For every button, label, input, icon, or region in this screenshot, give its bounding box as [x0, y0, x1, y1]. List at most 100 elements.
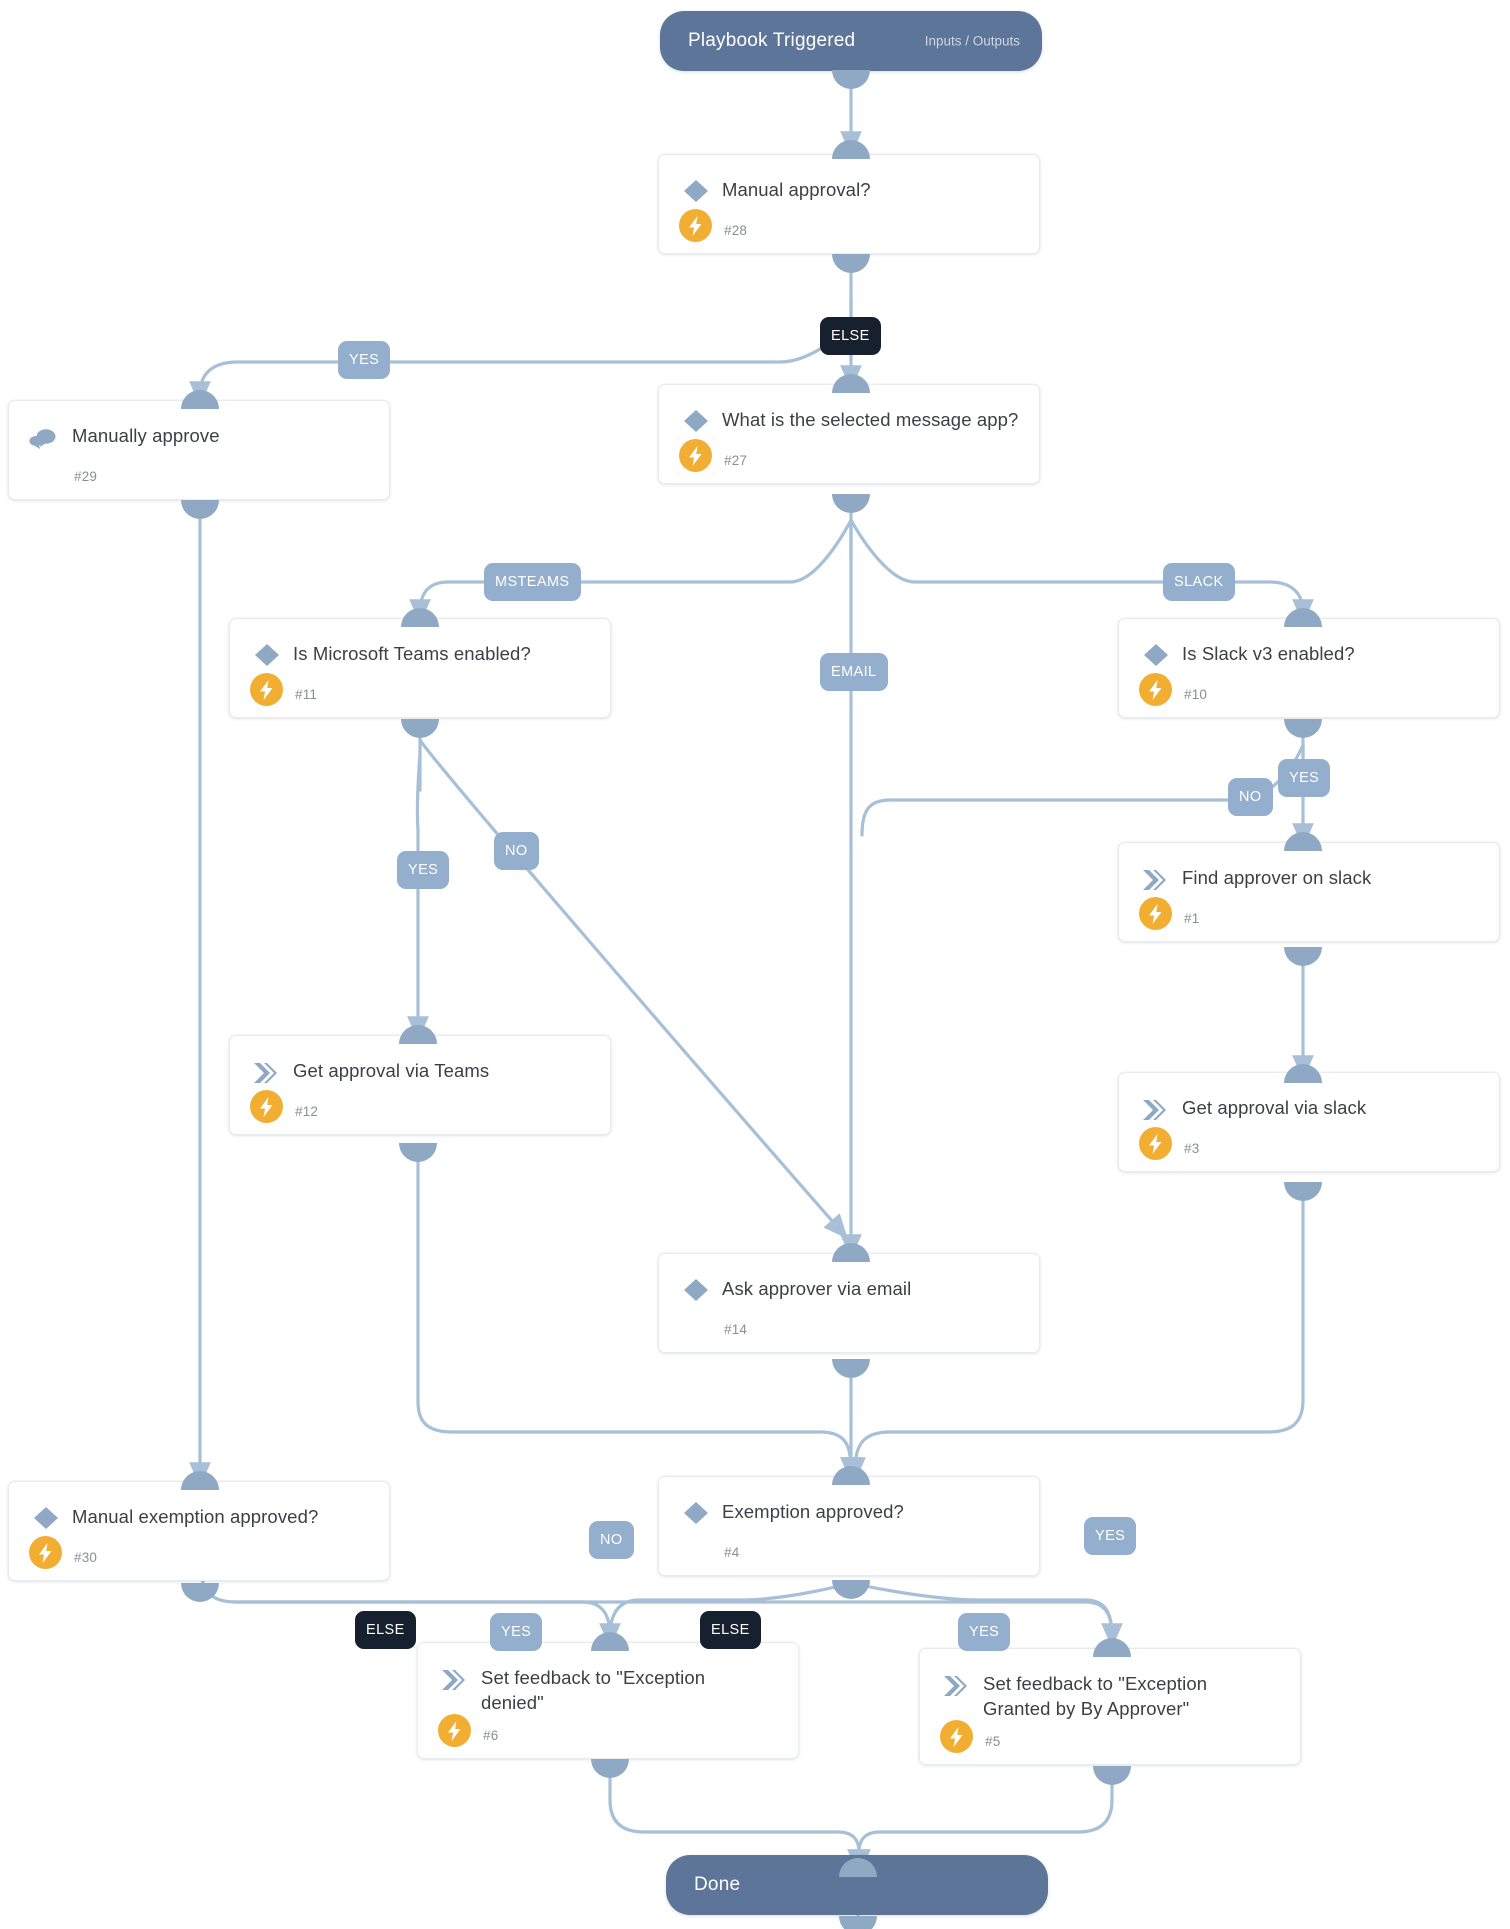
node-selected-message-app[interactable]: What is the selected message app? #27	[658, 384, 1040, 484]
node-title: Set feedback to "Exception Granted by By…	[983, 1673, 1208, 1719]
lightning-bolt-icon	[29, 1536, 62, 1569]
port-trigger-out	[832, 70, 870, 89]
port-n29-out	[181, 500, 219, 519]
port-done-out	[839, 1916, 877, 1929]
port-n1-out	[1284, 947, 1322, 966]
edge-label-exemption-else[interactable]: ELSE	[700, 1611, 761, 1649]
diamond-icon	[681, 408, 711, 434]
node-exemption-approved[interactable]: Exemption approved? #4	[658, 1476, 1040, 1576]
node-number: #5	[985, 1734, 1001, 1749]
port-n30-in	[181, 1471, 219, 1490]
port-n12-out	[399, 1143, 437, 1162]
port-n14-out	[832, 1359, 870, 1378]
lightning-bolt-icon	[1139, 673, 1172, 706]
edge-label-slack[interactable]: SLACK	[1163, 563, 1235, 601]
playbook-triggered-label: Playbook Triggered	[688, 30, 856, 51]
port-n12-in	[399, 1025, 437, 1044]
node-title: Ask approver via email	[722, 1278, 912, 1299]
port-n27-in	[832, 374, 870, 393]
node-title: Is Microsoft Teams enabled?	[293, 643, 531, 664]
port-n11-out	[401, 719, 439, 738]
node-manually-approve[interactable]: Manually approve #29	[8, 400, 390, 500]
lightning-bolt-icon	[250, 1090, 283, 1123]
port-n4-in	[832, 1466, 870, 1485]
chevron-icon	[1141, 1098, 1171, 1124]
diamond-icon	[252, 642, 282, 668]
node-get-approval-via-teams[interactable]: Get approval via Teams #12	[229, 1035, 611, 1135]
diamond-icon	[681, 1277, 711, 1303]
node-get-approval-via-slack[interactable]: Get approval via slack #3	[1118, 1072, 1500, 1172]
node-find-approver-on-slack[interactable]: Find approver on slack #1	[1118, 842, 1500, 942]
node-number: #14	[724, 1322, 748, 1337]
node-is-slack-v3-enabled[interactable]: Is Slack v3 enabled? #10	[1118, 618, 1500, 718]
node-manual-exemption-approved[interactable]: Manual exemption approved? #30	[8, 1481, 390, 1581]
port-n28-in	[832, 140, 870, 159]
node-title: Set feedback to "Exception denied"	[481, 1667, 706, 1713]
node-number: #28	[724, 223, 748, 238]
node-number: #4	[724, 1545, 740, 1560]
edge-label-manual-exemption-else[interactable]: ELSE	[355, 1611, 416, 1649]
lightning-bolt-icon	[438, 1714, 471, 1747]
node-title: What is the selected message app?	[722, 409, 1019, 430]
port-n1-in	[1284, 832, 1322, 851]
port-n11-in	[401, 608, 439, 627]
edge-label-yes-manual-approval[interactable]: YES	[338, 341, 391, 379]
port-n10-in	[1284, 608, 1322, 627]
chevron-icon	[440, 1668, 470, 1694]
port-n27-out	[832, 494, 870, 513]
edge-label-exemption-yes-right[interactable]: YES	[1084, 1517, 1137, 1555]
node-title: Find approver on slack	[1182, 867, 1372, 888]
edge-label-email[interactable]: EMAIL	[820, 653, 888, 691]
node-set-feedback-granted[interactable]: Set feedback to "Exception Granted by By…	[919, 1648, 1301, 1765]
playbook-triggered-node[interactable]: Playbook Triggered Inputs / Outputs	[660, 11, 1042, 71]
edge-label-slack-yes[interactable]: YES	[1278, 759, 1331, 797]
node-title: Manual approval?	[722, 179, 871, 200]
lightning-bolt-icon	[679, 209, 712, 242]
node-number: #11	[295, 687, 318, 702]
port-n4-out	[832, 1580, 870, 1599]
node-title: Get approval via slack	[1182, 1097, 1367, 1118]
node-number: #1	[1184, 911, 1200, 926]
port-n3-out	[1284, 1182, 1322, 1201]
lightning-bolt-icon	[679, 439, 712, 472]
playbook-flow-canvas[interactable]: Playbook Triggered Inputs / Outputs Manu…	[0, 0, 1510, 1929]
node-number: #3	[1184, 1141, 1200, 1156]
port-n30-out	[181, 1583, 219, 1602]
chevron-icon	[252, 1061, 282, 1087]
edge-label-exemption-no[interactable]: NO	[589, 1521, 634, 1559]
inputs-outputs-label[interactable]: Inputs / Outputs	[925, 34, 1020, 49]
edge-label-msteams[interactable]: MSTEAMS	[484, 563, 581, 601]
lightning-bolt-icon	[940, 1720, 973, 1753]
node-title: Manually approve	[72, 425, 220, 446]
edge-label-else-manual-approval[interactable]: ELSE	[820, 317, 881, 355]
node-number: #30	[74, 1550, 98, 1565]
port-n14-in	[832, 1243, 870, 1262]
diamond-icon	[681, 178, 711, 204]
node-set-feedback-denied[interactable]: Set feedback to "Exception denied" #6	[417, 1642, 799, 1759]
port-n5-out	[1093, 1766, 1131, 1785]
done-label: Done	[694, 1874, 741, 1895]
diamond-icon	[1141, 642, 1171, 668]
lightning-bolt-icon	[1139, 1127, 1172, 1160]
node-number: #6	[483, 1728, 499, 1743]
port-n6-in	[591, 1632, 629, 1651]
lightning-bolt-icon	[1139, 897, 1172, 930]
node-title: Manual exemption approved?	[72, 1506, 319, 1527]
edge-label-teams-yes[interactable]: YES	[397, 851, 450, 889]
node-manual-approval[interactable]: Manual approval? #28	[658, 154, 1040, 254]
node-is-teams-enabled[interactable]: Is Microsoft Teams enabled? #11	[229, 618, 611, 718]
lightning-bolt-icon	[250, 673, 283, 706]
edge-label-teams-no[interactable]: NO	[494, 832, 539, 870]
node-number: #10	[1184, 687, 1208, 702]
port-n5-in	[1093, 1638, 1131, 1657]
diamond-icon	[681, 1500, 711, 1526]
node-number: #29	[74, 469, 98, 484]
chevron-icon	[1141, 868, 1171, 894]
edge-label-exemption-yes-bottom[interactable]: YES	[958, 1613, 1011, 1651]
node-title: Is Slack v3 enabled?	[1182, 643, 1355, 664]
node-title: Get approval via Teams	[293, 1060, 490, 1081]
edge-label-slack-no[interactable]: NO	[1228, 778, 1273, 816]
diamond-icon	[31, 1505, 61, 1531]
edge-label-manual-exemption-yes[interactable]: YES	[490, 1613, 543, 1651]
node-ask-approver-via-email[interactable]: Ask approver via email #14	[658, 1253, 1040, 1353]
